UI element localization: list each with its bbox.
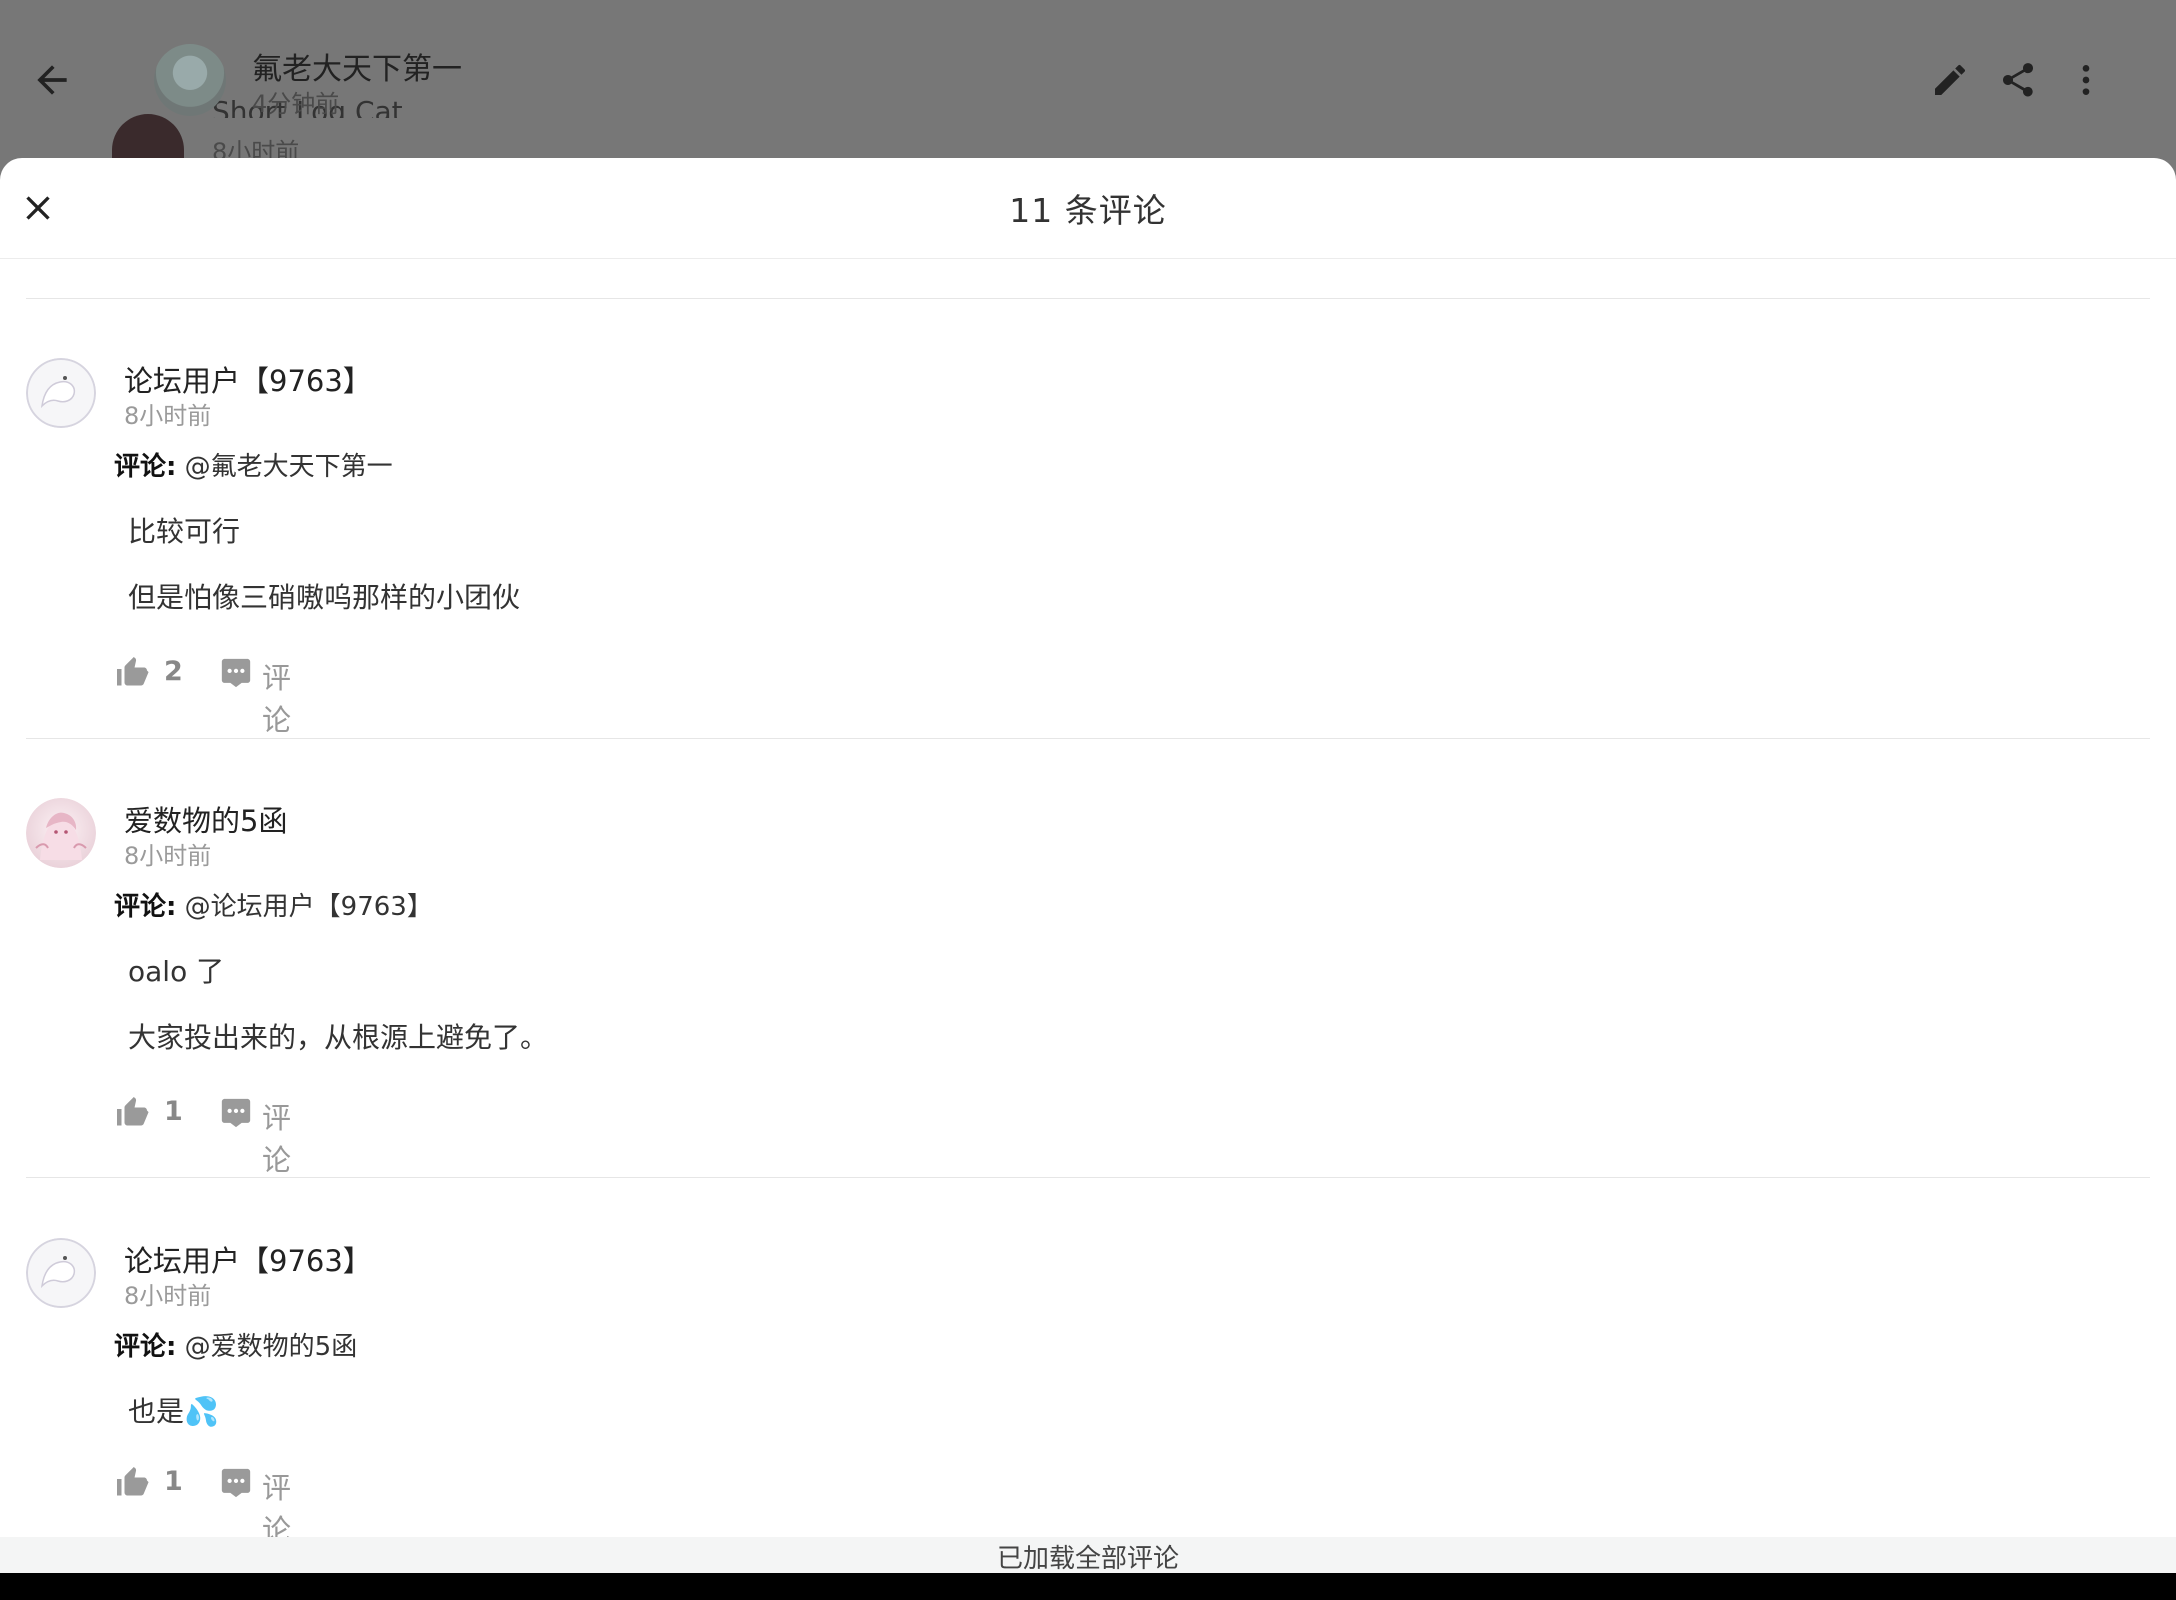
author-avatar[interactable] xyxy=(154,44,226,116)
reply-target: 评论: @爱数物的5函 xyxy=(114,1326,357,1363)
comment-time: 8小时前 xyxy=(124,842,212,870)
like-count: 2 xyxy=(164,656,183,687)
comment-item: 爱数物的5函 8小时前 评论: @论坛用户【9763】 oalo 了 大家投出来… xyxy=(0,798,2176,1177)
post-time: 4分钟前 xyxy=(252,90,340,118)
comment-text-line: oalo 了 xyxy=(128,955,225,988)
comment-item: 论坛用户【9763】 8小时前 评论: @爱数物的5函 也是💦 1 评论 xyxy=(0,1238,2176,1547)
background-app-bar: Short Log Cat 8小时前 氟老大天下第一 4分钟前 xyxy=(0,0,2176,166)
back-arrow-icon[interactable] xyxy=(30,58,74,102)
comment-time: 8小时前 xyxy=(124,1282,212,1310)
comment-text-line: 但是怕像三硝嗷呜那样的小团伙 xyxy=(128,581,521,614)
reply-target: 评论: @氟老大天下第一 xyxy=(114,446,393,483)
comment-bubble-icon[interactable] xyxy=(218,1096,254,1130)
comment-text-line: 比较可行 xyxy=(128,515,241,548)
author-name[interactable]: 氟老大天下第一 xyxy=(252,44,462,88)
reply-prefix: 评论: xyxy=(114,892,177,922)
comment-text-line: 大家投出来的，从根源上避免了。 xyxy=(128,1021,549,1054)
divider xyxy=(26,298,2150,299)
reply-mention[interactable]: @爱数物的5函 xyxy=(185,1332,358,1362)
comment-time: 8小时前 xyxy=(124,402,212,430)
reply-prefix: 评论: xyxy=(114,452,177,482)
comment-reply-button[interactable]: 评论 xyxy=(262,1095,291,1179)
like-count: 1 xyxy=(164,1466,183,1497)
reply-prefix: 评论: xyxy=(114,1332,177,1362)
sheet-title: 11 条评论 xyxy=(1009,191,1167,230)
comment-item: 论坛用户【9763】 8小时前 评论: @氟老大天下第一 比较可行 但是怕像三硝… xyxy=(0,358,2176,737)
user-avatar[interactable] xyxy=(26,358,96,428)
divider xyxy=(26,1177,2150,1178)
like-count: 1 xyxy=(164,1096,183,1127)
comment-text-line: 也是💦 xyxy=(128,1395,219,1428)
comment-author[interactable]: 爱数物的5函 xyxy=(124,798,287,840)
comment-author[interactable]: 论坛用户【9763】 xyxy=(124,1238,372,1280)
comment-reply-button[interactable]: 评论 xyxy=(262,655,291,739)
comment-bubble-icon[interactable] xyxy=(218,1466,254,1500)
user-avatar[interactable] xyxy=(26,1238,96,1308)
reply-mention[interactable]: @论坛用户【9763】 xyxy=(185,892,433,922)
user-avatar[interactable] xyxy=(26,798,96,868)
reply-mention[interactable]: @氟老大天下第一 xyxy=(185,452,393,482)
thumb-up-icon[interactable] xyxy=(114,1094,150,1130)
system-navigation-bar xyxy=(0,1573,2176,1600)
share-icon[interactable] xyxy=(1998,60,2038,100)
sheet-header: 11 条评论 xyxy=(0,158,2176,259)
all-loaded-text: 已加载全部评论 xyxy=(996,1544,1179,1574)
reply-target: 评论: @论坛用户【9763】 xyxy=(114,886,433,923)
background-avatar xyxy=(112,114,184,162)
divider xyxy=(26,738,2150,739)
thumb-up-icon[interactable] xyxy=(114,1464,150,1500)
comment-bubble-icon[interactable] xyxy=(218,656,254,690)
comment-author[interactable]: 论坛用户【9763】 xyxy=(124,358,372,400)
more-vert-icon[interactable] xyxy=(2066,60,2106,100)
thumb-up-icon[interactable] xyxy=(114,654,150,690)
comments-sheet: 11 条评论 论坛用户【9763】 8小时前 评论: @氟老大天下第一 比较可行… xyxy=(0,158,2176,1573)
edit-pencil-icon[interactable] xyxy=(1930,60,1970,100)
